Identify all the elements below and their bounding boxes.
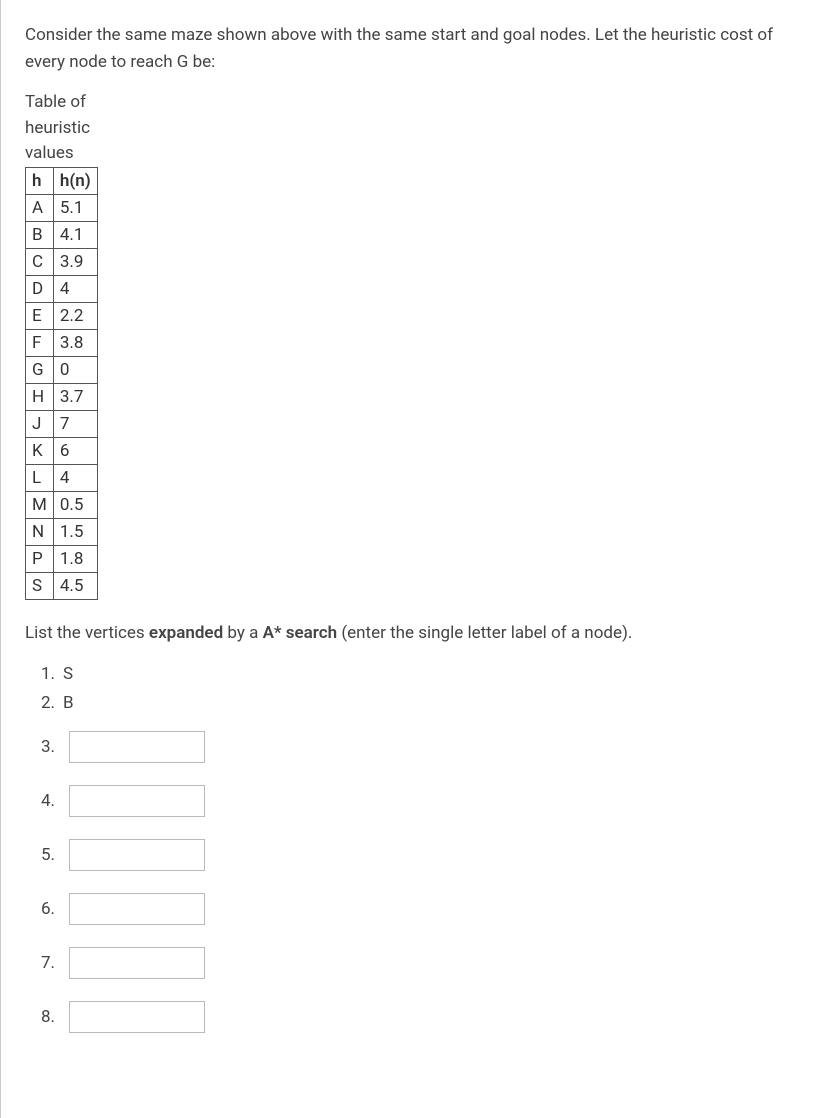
cell-h: D <box>26 275 54 302</box>
answer-input-row: 6. <box>29 893 798 925</box>
cell-hn: 1.5 <box>53 518 97 545</box>
answer-num: 1. <box>29 661 55 688</box>
cell-h: S <box>26 572 54 599</box>
instruction-bold2: A* search <box>263 623 338 643</box>
table-row: D4 <box>26 275 98 302</box>
answer-input-3[interactable] <box>69 731 205 763</box>
instruction-pre: List the vertices <box>25 623 149 643</box>
cell-h: G <box>26 356 54 383</box>
table-row: K6 <box>26 437 98 464</box>
cell-h: N <box>26 518 54 545</box>
answer-num: 7. <box>29 953 55 973</box>
answer-given-value: S <box>63 661 73 688</box>
cell-hn: 0 <box>53 356 97 383</box>
cell-hn: 4 <box>53 275 97 302</box>
cell-hn: 1.8 <box>53 545 97 572</box>
table-row: G0 <box>26 356 98 383</box>
answer-num: 5. <box>29 845 55 865</box>
cell-h: J <box>26 410 54 437</box>
cell-h: H <box>26 383 54 410</box>
answer-input-5[interactable] <box>69 839 205 871</box>
answer-num: 2. <box>29 690 55 717</box>
cell-h: F <box>26 329 54 356</box>
instruction-text: List the vertices expanded by a A* searc… <box>25 620 798 647</box>
intro-text: Consider the same maze shown above with … <box>25 22 798 76</box>
answer-input-4[interactable] <box>69 785 205 817</box>
cell-hn: 6 <box>53 437 97 464</box>
table-row: F3.8 <box>26 329 98 356</box>
table-body: A5.1 B4.1 C3.9 D4 E2.2 F3.8 G0 H3.7 J7 K… <box>26 194 98 599</box>
cell-hn: 3.9 <box>53 248 97 275</box>
instruction-bold1: expanded <box>149 623 223 643</box>
cell-hn: 7 <box>53 410 97 437</box>
table-header-h: h <box>26 167 54 194</box>
cell-h: P <box>26 545 54 572</box>
answer-num: 6. <box>29 899 55 919</box>
answers-section: 1. S 2. B 3. 4. 5. 6. 7. 8. <box>25 661 798 1033</box>
table-row: N1.5 <box>26 518 98 545</box>
table-caption: Table of heuristic values <box>25 90 105 167</box>
cell-hn: 4 <box>53 464 97 491</box>
cell-hn: 3.8 <box>53 329 97 356</box>
answer-input-row: 4. <box>29 785 798 817</box>
table-row: M0.5 <box>26 491 98 518</box>
cell-h: A <box>26 194 54 221</box>
answer-input-row: 5. <box>29 839 798 871</box>
cell-h: K <box>26 437 54 464</box>
cell-h: B <box>26 221 54 248</box>
answer-input-8[interactable] <box>69 1001 205 1033</box>
answer-input-7[interactable] <box>69 947 205 979</box>
answer-input-6[interactable] <box>69 893 205 925</box>
cell-hn: 5.1 <box>53 194 97 221</box>
answer-num: 4. <box>29 791 55 811</box>
answer-num: 8. <box>29 1007 55 1027</box>
instruction-mid: by a <box>223 623 262 643</box>
cell-hn: 2.2 <box>53 302 97 329</box>
table-row: C3.9 <box>26 248 98 275</box>
cell-h: C <box>26 248 54 275</box>
table-row: J7 <box>26 410 98 437</box>
cell-hn: 4.1 <box>53 221 97 248</box>
cell-hn: 0.5 <box>53 491 97 518</box>
table-row: H3.7 <box>26 383 98 410</box>
cell-h: E <box>26 302 54 329</box>
cell-hn: 4.5 <box>53 572 97 599</box>
table-row: E2.2 <box>26 302 98 329</box>
cell-h: L <box>26 464 54 491</box>
answer-input-row: 8. <box>29 1001 798 1033</box>
table-row: A5.1 <box>26 194 98 221</box>
cell-h: M <box>26 491 54 518</box>
instruction-post: (enter the single letter label of a node… <box>337 623 632 643</box>
table-row: B4.1 <box>26 221 98 248</box>
question-container: Consider the same maze shown above with … <box>0 0 822 1118</box>
table-row: P1.8 <box>26 545 98 572</box>
answer-num: 3. <box>29 737 55 757</box>
cell-hn: 3.7 <box>53 383 97 410</box>
table-row: L4 <box>26 464 98 491</box>
table-row: S4.5 <box>26 572 98 599</box>
table-header-hn: h(n) <box>53 167 97 194</box>
heuristic-table: h h(n) A5.1 B4.1 C3.9 D4 E2.2 F3.8 G0 H3… <box>25 167 98 600</box>
answer-given-value: B <box>63 690 74 717</box>
answer-input-row: 7. <box>29 947 798 979</box>
answer-input-row: 3. <box>29 731 798 763</box>
answer-given-row: 1. S <box>29 661 798 688</box>
answer-given-row: 2. B <box>29 690 798 717</box>
